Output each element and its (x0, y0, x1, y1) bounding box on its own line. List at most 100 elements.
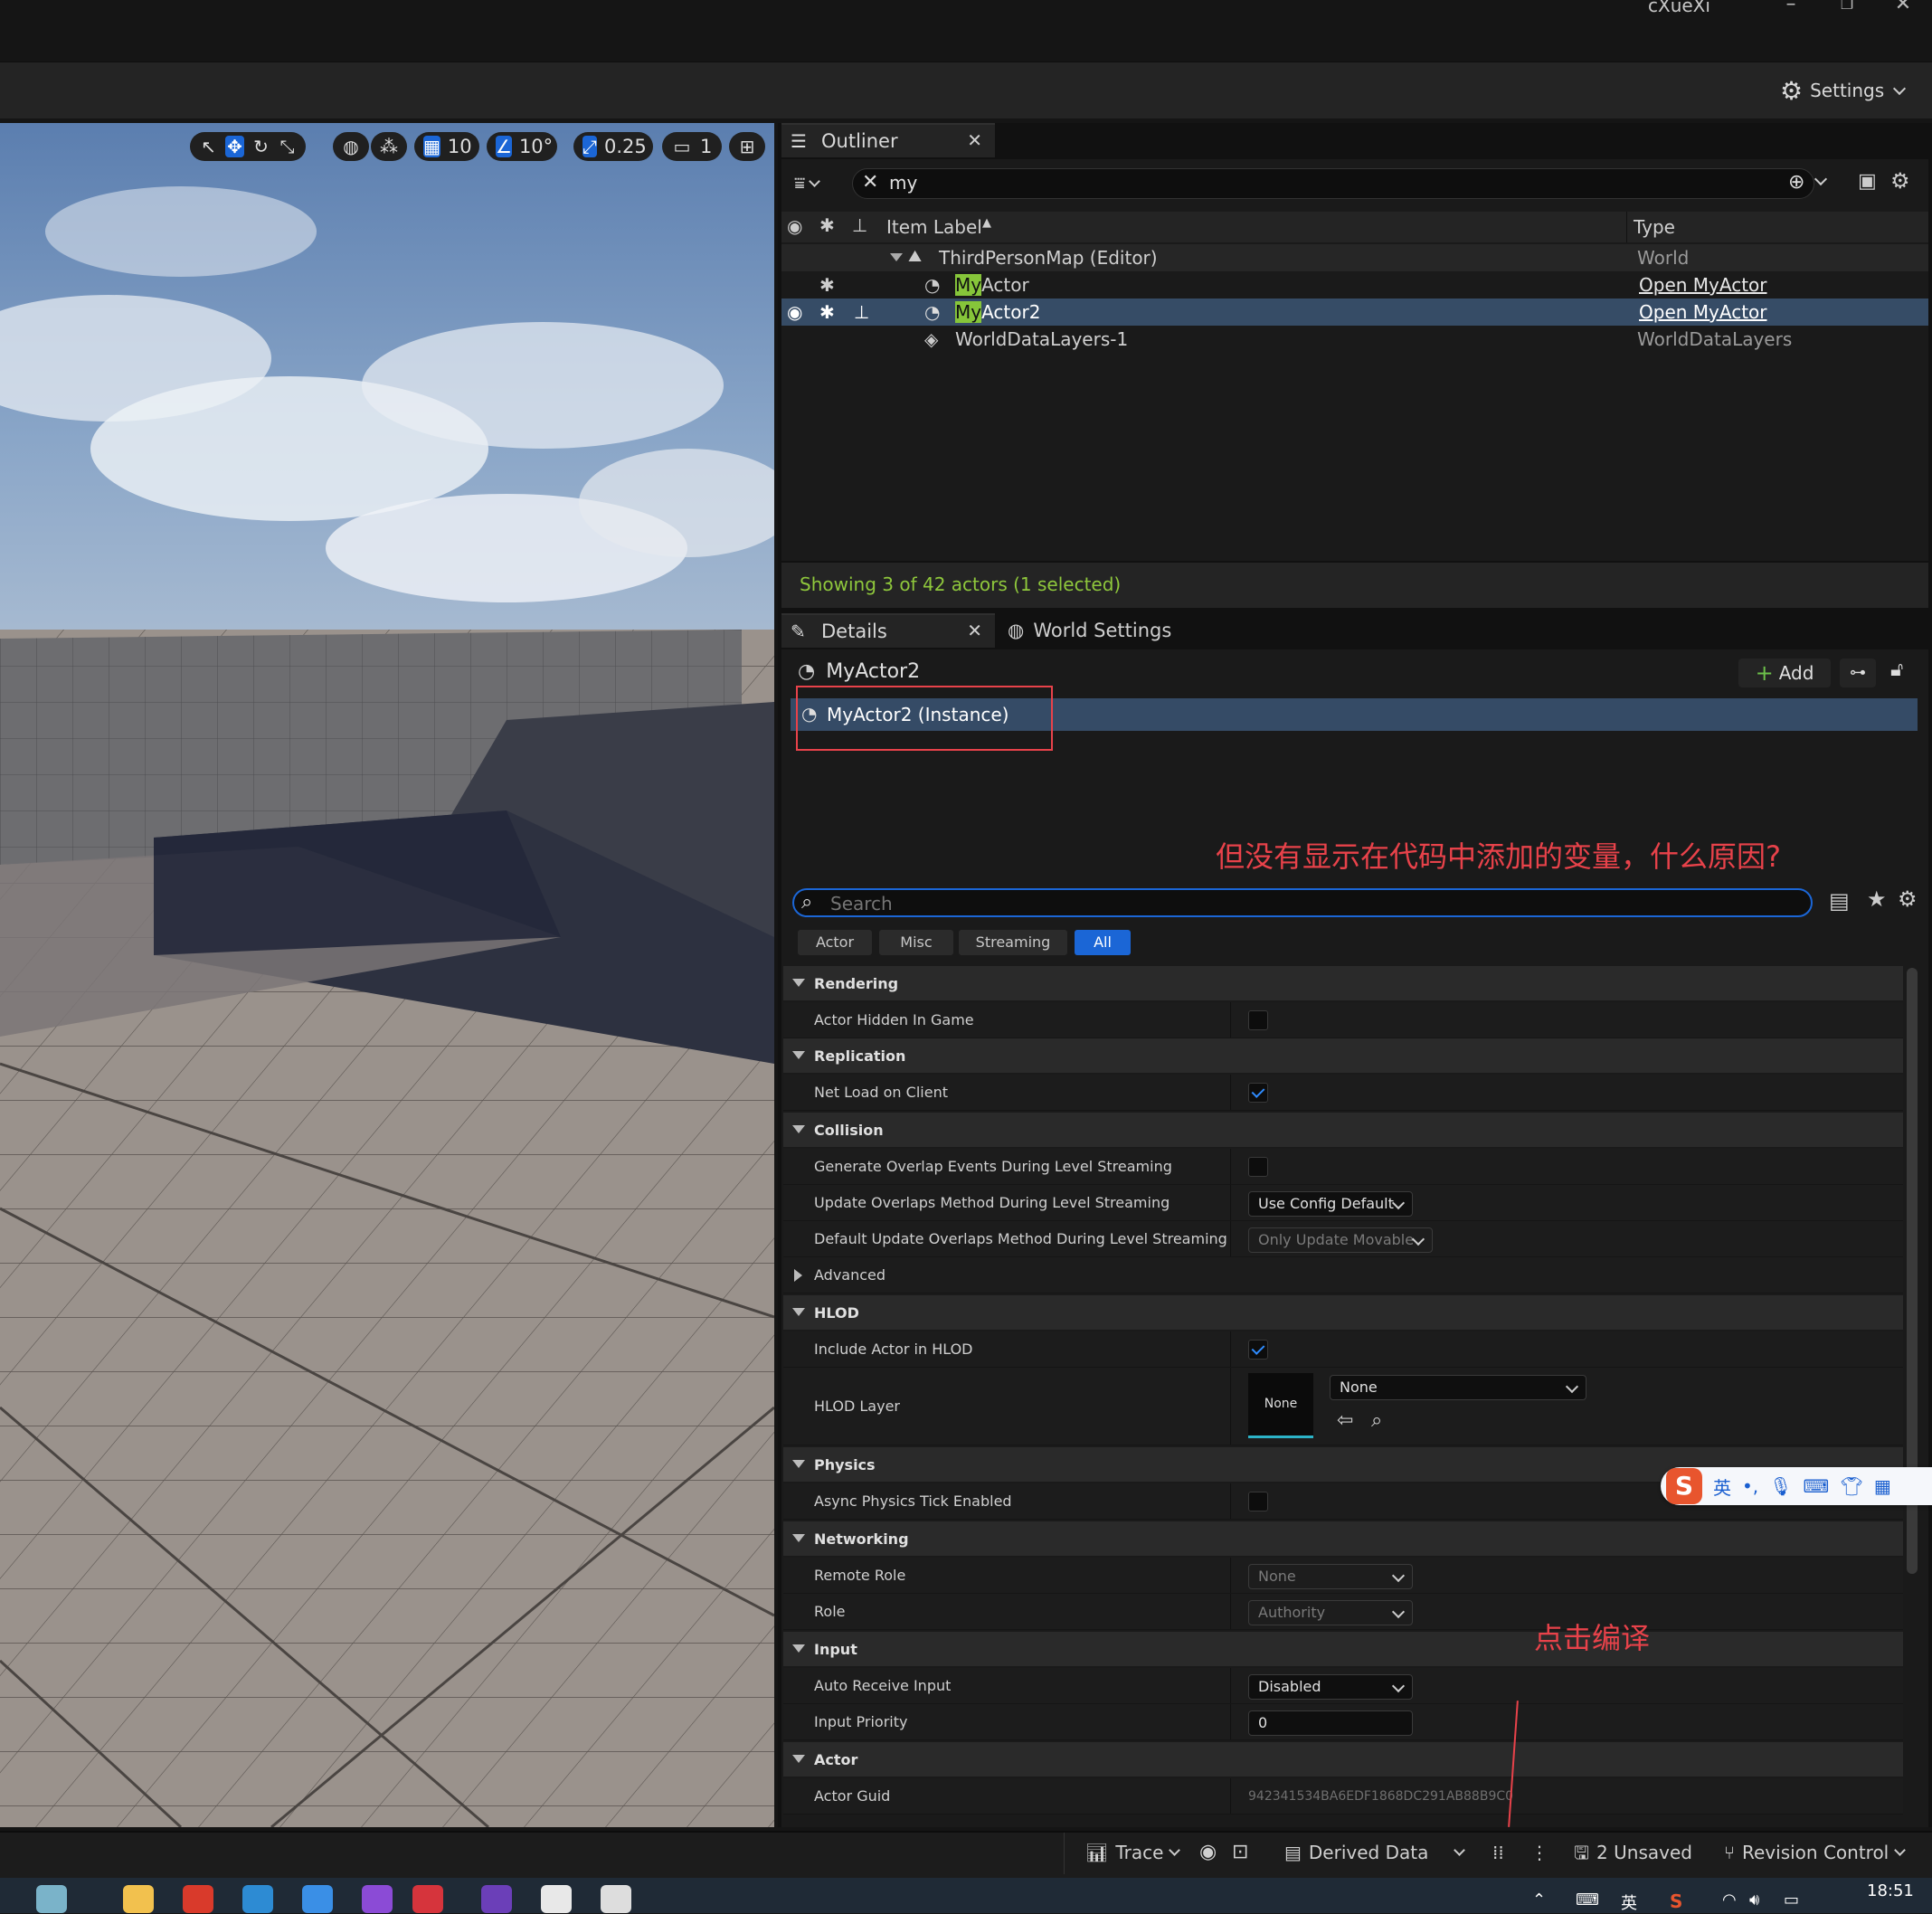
unsaved-button[interactable]: 🖫︎ 2 Unsaved (1574, 1836, 1692, 1869)
outliner-row-world[interactable]: ⛰ ThirdPersonMap (Editor) World (781, 244, 1928, 271)
widget-icon[interactable] (36, 1885, 67, 1913)
keyboard-icon[interactable]: ⌨ (1804, 1475, 1830, 1497)
punctuation-icon[interactable]: •, (1742, 1475, 1758, 1497)
visual-studio-icon[interactable] (481, 1885, 512, 1913)
microphone-icon[interactable]: 🎙︎ (1769, 1475, 1792, 1497)
eye-icon[interactable]: ◉ (787, 301, 802, 323)
filter-streaming[interactable]: Streaming (959, 930, 1067, 955)
maximize-icon[interactable]: ❐ (1820, 0, 1874, 13)
pin-icon[interactable]: ⊥ (854, 301, 869, 323)
scale-icon[interactable]: ⤡ (278, 136, 297, 157)
filter-all[interactable]: All (1075, 930, 1131, 955)
net-load-checkbox[interactable] (1248, 1083, 1268, 1103)
filter-actor[interactable]: Actor (798, 930, 872, 955)
mail-icon[interactable] (302, 1885, 333, 1913)
outliner-row-myactor[interactable]: ✱ ◔ MyActor Open MyActor (781, 271, 1928, 298)
unreal-editor-icon[interactable] (601, 1885, 631, 1913)
input-priority-field[interactable]: 0 (1248, 1710, 1413, 1736)
volume-icon[interactable]: 🔊︎ (1749, 1890, 1759, 1909)
filter-misc[interactable]: Misc (879, 930, 953, 955)
surface-snap-button[interactable]: ⁂ (371, 132, 407, 161)
ime-language[interactable]: 英 (1713, 1473, 1731, 1500)
settings-button[interactable]: ⚙ Settings (1780, 75, 1907, 106)
record-icon[interactable]: ◉ (1199, 1836, 1217, 1869)
chevron-up-icon[interactable]: ⌃ (1532, 1890, 1546, 1909)
details-search-input[interactable] (829, 892, 1791, 915)
outliner-search-input[interactable]: my (889, 172, 917, 194)
category-input[interactable]: Input (783, 1632, 1903, 1666)
revision-control-button[interactable]: ⑂ Revision Control (1724, 1836, 1907, 1869)
screenshot-icon[interactable]: ⊡ (1232, 1836, 1248, 1869)
ime-toolbar[interactable]: S 英 •, 🎙︎ ⌨ 👕︎ ▦ (1661, 1467, 1932, 1505)
remote-role-dropdown[interactable]: None (1248, 1564, 1413, 1589)
asset-thumbnail[interactable]: None (1248, 1373, 1313, 1438)
grid-snap-button[interactable]: ▦ 10 (414, 132, 479, 161)
prop-advanced[interactable]: Advanced (783, 1257, 1903, 1293)
star-icon[interactable]: ✱ (819, 301, 835, 323)
world-local-button[interactable]: ◍ (333, 132, 369, 161)
scale-snap-button[interactable]: ⤢ 0.25 (573, 132, 653, 161)
tab-world-settings[interactable]: ◍ World Settings (999, 613, 1207, 648)
category-replication[interactable]: Replication (783, 1038, 1903, 1073)
browse-asset-icon[interactable]: ⌕ (1371, 1409, 1382, 1432)
camera-speed-button[interactable]: ▭ 1 (662, 132, 722, 161)
update-overlaps-dropdown[interactable]: Use Config Default (1248, 1191, 1413, 1217)
close-icon[interactable]: ✕ (967, 620, 982, 641)
eye-icon[interactable]: ◉ (787, 215, 802, 237)
select-icon[interactable]: ↖ (199, 136, 218, 157)
network-stats-icon[interactable]: ⁞⁞ (1492, 1836, 1504, 1869)
minimize-icon[interactable]: – (1764, 0, 1818, 14)
category-collision[interactable]: Collision (783, 1113, 1903, 1147)
use-selected-icon[interactable]: ⇦ (1337, 1409, 1353, 1432)
add-folder-icon[interactable]: ▣ (1858, 170, 1877, 193)
trace-button[interactable]: 📊︎ Trace (1085, 1836, 1181, 1869)
hlod-layer-dropdown[interactable]: None (1330, 1375, 1586, 1400)
filter-button[interactable]: ⩸ (794, 172, 821, 194)
add-component-button[interactable]: + Add (1738, 659, 1831, 687)
close-icon[interactable]: ✕ (967, 129, 982, 151)
category-networking[interactable]: Networking (783, 1521, 1903, 1556)
close-icon[interactable]: ✕ (1876, 0, 1930, 14)
clock[interactable]: 18:51 (1867, 1881, 1914, 1900)
keyboard-icon[interactable]: ⌨ (1576, 1890, 1599, 1909)
auto-receive-input-dropdown[interactable]: Disabled (1248, 1674, 1413, 1700)
outliner-row-myactor2[interactable]: ◉ ✱ ⊥ ◔ MyActor2 Open MyActor (781, 298, 1928, 326)
sogou-tray-icon[interactable]: S (1670, 1890, 1682, 1912)
tab-details[interactable]: ✎ Details ✕ (781, 613, 995, 648)
unreal-engine-icon[interactable] (541, 1885, 572, 1913)
async-physics-checkbox[interactable] (1248, 1492, 1268, 1511)
move-icon[interactable]: ✥ (225, 136, 244, 157)
derived-data-button[interactable]: ▤ Derived Data (1284, 1836, 1466, 1869)
column-type[interactable]: Type (1634, 216, 1675, 238)
category-actor[interactable]: Actor (783, 1742, 1903, 1777)
skin-icon[interactable]: 👕︎ (1840, 1475, 1862, 1497)
expand-arrow-icon[interactable] (890, 253, 903, 261)
gear-icon[interactable]: ⚙ (1898, 886, 1918, 912)
actor-hidden-checkbox[interactable] (1248, 1010, 1268, 1030)
file-explorer-icon[interactable] (123, 1885, 154, 1913)
more-icon[interactable]: ⋮ (1530, 1836, 1548, 1869)
rotate-icon[interactable]: ↻ (251, 136, 270, 157)
add-filter-icon[interactable]: ⊕ (1788, 171, 1804, 194)
outliner-search[interactable]: ✕ my ⊕ (852, 168, 1814, 199)
blueprint-button[interactable]: ⊶ (1840, 659, 1876, 687)
apps-icon[interactable]: ▦ (1874, 1475, 1891, 1497)
angle-snap-button[interactable]: ∠ 10° (487, 132, 557, 161)
star-icon[interactable]: ✱ (819, 274, 835, 296)
table-view-icon[interactable]: ▤ (1829, 888, 1850, 914)
qq-icon[interactable] (412, 1885, 443, 1913)
column-item-label[interactable]: Item Label (886, 216, 982, 238)
wps-icon[interactable] (183, 1885, 213, 1913)
app-icon[interactable] (362, 1885, 393, 1913)
open-myactor-link[interactable]: Open MyActor (1639, 301, 1767, 323)
ime-language[interactable]: 英 (1621, 1890, 1637, 1914)
include-hlod-checkbox[interactable] (1248, 1340, 1268, 1360)
edge-icon[interactable] (242, 1885, 273, 1913)
lock-icon[interactable]: 🔓︎ (1890, 659, 1903, 681)
gear-icon[interactable]: ⚙ (1890, 168, 1910, 194)
details-search[interactable]: ⌕ (792, 888, 1813, 917)
pin-icon[interactable]: ⊥ (852, 214, 867, 236)
category-hlod[interactable]: HLOD (783, 1295, 1903, 1330)
viewport-layout-button[interactable]: ⊞ (729, 132, 765, 161)
outliner-row-worlddatalayers[interactable]: ◈ WorldDataLayers-1 WorldDataLayers (781, 326, 1928, 353)
